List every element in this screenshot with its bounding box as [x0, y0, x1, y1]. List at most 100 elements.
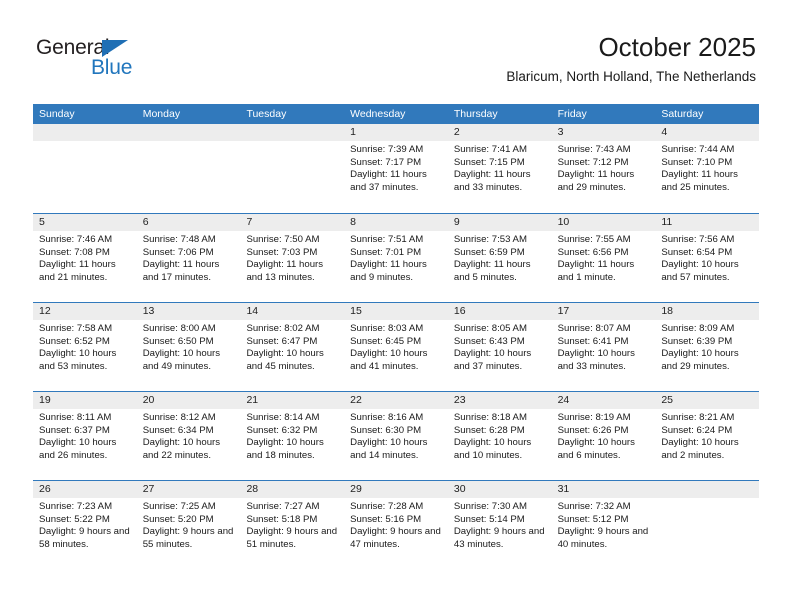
calendar-day-cell[interactable]: 7 Sunrise: 7:50 AM Sunset: 7:03 PM Daylight…	[240, 214, 345, 302]
calendar-day-cell[interactable]: 3 Sunrise: 7:43 AM Sunset: 7:12 PM Daylight…	[551, 124, 656, 213]
calendar-day-cell[interactable]: 20 Sunrise: 8:12 AM Sunset: 6:34 PM Dayligh…	[136, 392, 241, 480]
sunrise-text: Sunrise: 7:56 AM	[661, 234, 735, 245]
calendar-day-cell[interactable]: 23 Sunrise: 8:18 AM Sunset: 6:28 PM Dayligh…	[447, 392, 552, 480]
daylight-text: Daylight: 11 hours and 9 minutes.	[350, 259, 427, 283]
daylight-text: Daylight: 11 hours and 37 minutes.	[350, 169, 427, 193]
calendar-day-cell[interactable]: 11 Sunrise: 7:56 AM Sunset: 6:54 PM Dayligh…	[655, 214, 760, 302]
daylight-text: Daylight: 10 hours and 57 minutes.	[661, 259, 739, 283]
sunset-text: Sunset: 6:52 PM	[39, 335, 110, 347]
calendar-day-cell[interactable]: 15 Sunrise: 8:03 AM Sunset: 6:45 PM Dayligh…	[344, 303, 448, 391]
sunset-text: Sunset: 6:47 PM	[246, 335, 318, 347]
calendar-day-cell[interactable]: 19 Sunrise: 8:11 AM Sunset: 6:37 PM Dayligh…	[33, 392, 137, 480]
daylight-text: Daylight: 10 hours and 26 minutes.	[39, 437, 117, 461]
sunrise-text: Sunrise: 7:23 AM	[39, 501, 113, 512]
calendar-day-cell[interactable]: 28 Sunrise: 7:27 AM Sunset: 5:18 PM Dayligh…	[240, 481, 345, 569]
day-number: 3	[551, 124, 656, 141]
calendar-day-cell[interactable]: 9 Sunrise: 7:53 AM Sunset: 6:59 PM Daylight…	[447, 214, 552, 302]
calendar-day-cell-empty	[655, 481, 760, 569]
calendar-day-cell[interactable]: 21 Sunrise: 8:14 AM Sunset: 6:32 PM Dayligh…	[240, 392, 345, 480]
sunset-text: Sunset: 5:14 PM	[453, 513, 525, 525]
day-number: 19	[33, 392, 137, 409]
day-number: 4	[655, 124, 760, 141]
calendar-day-cell[interactable]: 29 Sunrise: 7:28 AM Sunset: 5:16 PM Dayligh…	[344, 481, 448, 569]
sunset-text: Sunset: 5:22 PM	[39, 513, 110, 525]
day-number: 27	[136, 481, 241, 498]
calendar-day-cell[interactable]: 30 Sunrise: 7:30 AM Sunset: 5:14 PM Dayligh…	[447, 481, 552, 569]
calendar-day-cell[interactable]: 22 Sunrise: 8:16 AM Sunset: 6:30 PM Dayligh…	[344, 392, 448, 480]
sunrise-text: Sunrise: 7:46 AM	[39, 234, 113, 245]
calendar-day-cell[interactable]: 17 Sunrise: 8:07 AM Sunset: 6:41 PM Dayligh…	[551, 303, 656, 391]
calendar-day-cell[interactable]: 24 Sunrise: 8:19 AM Sunset: 6:26 PM Dayligh…	[551, 392, 656, 480]
day-number	[33, 124, 137, 141]
sunset-text: Sunset: 6:59 PM	[453, 246, 525, 258]
calendar-day-cell[interactable]: 1 Sunrise: 7:39 AM Sunset: 7:17 PM Daylight…	[344, 124, 448, 213]
calendar-day-cell[interactable]: 31 Sunrise: 7:32 AM Sunset: 5:12 PM Dayligh…	[551, 481, 656, 569]
day-number: 7	[240, 214, 345, 231]
sunrise-text: Sunrise: 8:19 AM	[557, 412, 631, 423]
day-number: 16	[447, 303, 552, 320]
calendar-week-row: 12 Sunrise: 7:58 AM Sunset: 6:52 PM Dayligh…	[33, 302, 760, 391]
calendar-day-cell[interactable]: 26 Sunrise: 7:23 AM Sunset: 5:22 PM Dayligh…	[33, 481, 137, 569]
day-number: 11	[655, 214, 760, 231]
calendar-day-cell[interactable]: 16 Sunrise: 8:05 AM Sunset: 6:43 PM Dayligh…	[447, 303, 552, 391]
calendar-grid: Sunday Monday Tuesday Wednesday Thursday…	[33, 104, 760, 569]
calendar-week-row: 5 Sunrise: 7:46 AM Sunset: 7:08 PM Daylight…	[33, 213, 760, 302]
daylight-text: Daylight: 10 hours and 37 minutes.	[453, 348, 532, 372]
daylight-text: Daylight: 10 hours and 45 minutes.	[246, 348, 324, 372]
sunrise-text: Sunrise: 8:14 AM	[246, 412, 320, 423]
sunset-text: Sunset: 7:03 PM	[246, 246, 318, 258]
day-sun-info: Sunrise: 7:44 AM Sunset: 7:10 PM Daylight:…	[655, 141, 759, 194]
calendar-day-cell[interactable]: 13 Sunrise: 8:00 AM Sunset: 6:50 PM Dayligh…	[136, 303, 241, 391]
daylight-text: Daylight: 10 hours and 10 minutes.	[453, 437, 532, 461]
day-number: 30	[447, 481, 552, 498]
day-sun-info: Sunrise: 8:16 AM Sunset: 6:30 PM Daylight:…	[344, 409, 448, 462]
daylight-text: Daylight: 9 hours and 43 minutes.	[453, 526, 545, 550]
calendar-day-cell[interactable]: 25 Sunrise: 8:21 AM Sunset: 6:24 PM Dayligh…	[655, 392, 760, 480]
calendar-day-cell[interactable]: 2 Sunrise: 7:41 AM Sunset: 7:15 PM Daylight…	[447, 124, 552, 213]
day-number: 1	[344, 124, 448, 141]
day-sun-info: Sunrise: 8:05 AM Sunset: 6:43 PM Daylight:…	[448, 320, 552, 373]
sunrise-text: Sunrise: 7:43 AM	[557, 144, 631, 155]
daylight-text: Daylight: 11 hours and 1 minute.	[557, 259, 635, 283]
day-sun-info: Sunrise: 7:32 AM Sunset: 5:12 PM Daylight:…	[552, 498, 656, 551]
weekday-header-row: Sunday Monday Tuesday Wednesday Thursday…	[33, 104, 759, 124]
daylight-text: Daylight: 10 hours and 2 minutes.	[661, 437, 739, 461]
day-sun-info: Sunrise: 7:23 AM Sunset: 5:22 PM Daylight:…	[33, 498, 137, 551]
calendar-day-cell[interactable]: 14 Sunrise: 8:02 AM Sunset: 6:47 PM Dayligh…	[240, 303, 345, 391]
day-sun-info: Sunrise: 8:07 AM Sunset: 6:41 PM Daylight:…	[552, 320, 656, 373]
weekday-header-sunday: Sunday	[39, 108, 75, 120]
day-sun-info: Sunrise: 8:21 AM Sunset: 6:24 PM Daylight:…	[655, 409, 759, 462]
daylight-text: Daylight: 10 hours and 29 minutes.	[661, 348, 739, 372]
sunset-text: Sunset: 7:01 PM	[350, 246, 422, 258]
calendar-day-cell[interactable]: 18 Sunrise: 8:09 AM Sunset: 6:39 PM Dayligh…	[655, 303, 760, 391]
sunset-text: Sunset: 6:54 PM	[661, 246, 733, 258]
calendar-page: General Blue October 2025 Blaricum, Nort…	[0, 0, 792, 612]
day-sun-info: Sunrise: 7:46 AM Sunset: 7:08 PM Daylight:…	[33, 231, 137, 284]
calendar-day-cell[interactable]: 27 Sunrise: 7:25 AM Sunset: 5:20 PM Dayligh…	[136, 481, 241, 569]
daylight-text: Daylight: 11 hours and 13 minutes.	[246, 259, 324, 283]
sunrise-text: Sunrise: 8:07 AM	[557, 323, 631, 334]
sunrise-text: Sunrise: 8:16 AM	[350, 412, 424, 423]
calendar-day-cell[interactable]: 4 Sunrise: 7:44 AM Sunset: 7:10 PM Daylight…	[655, 124, 760, 213]
daylight-text: Daylight: 10 hours and 49 minutes.	[142, 348, 221, 372]
calendar-day-cell[interactable]: 10 Sunrise: 7:55 AM Sunset: 6:56 PM Dayligh…	[551, 214, 656, 302]
sunset-text: Sunset: 6:30 PM	[350, 424, 422, 436]
sunset-text: Sunset: 6:45 PM	[350, 335, 422, 347]
sunset-text: Sunset: 6:41 PM	[557, 335, 629, 347]
calendar-day-cell[interactable]: 12 Sunrise: 7:58 AM Sunset: 6:52 PM Dayligh…	[33, 303, 137, 391]
day-number: 21	[240, 392, 345, 409]
daylight-text: Daylight: 10 hours and 14 minutes.	[350, 437, 428, 461]
sunrise-text: Sunrise: 8:12 AM	[142, 412, 216, 423]
calendar-day-cell[interactable]: 8 Sunrise: 7:51 AM Sunset: 7:01 PM Daylight…	[344, 214, 448, 302]
sunset-text: Sunset: 7:08 PM	[39, 246, 110, 258]
daylight-text: Daylight: 9 hours and 51 minutes.	[246, 526, 338, 550]
sunrise-text: Sunrise: 8:18 AM	[453, 412, 527, 423]
day-sun-info: Sunrise: 7:53 AM Sunset: 6:59 PM Daylight:…	[448, 231, 552, 284]
sunrise-text: Sunrise: 7:48 AM	[142, 234, 216, 245]
calendar-day-cell-empty	[136, 124, 241, 213]
page-title: October 2025	[598, 32, 756, 62]
calendar-day-cell[interactable]: 6 Sunrise: 7:48 AM Sunset: 7:06 PM Daylight…	[136, 214, 241, 302]
day-sun-info: Sunrise: 8:00 AM Sunset: 6:50 PM Daylight:…	[137, 320, 241, 373]
calendar-day-cell[interactable]: 5 Sunrise: 7:46 AM Sunset: 7:08 PM Daylight…	[33, 214, 137, 302]
sunset-text: Sunset: 7:17 PM	[350, 156, 422, 168]
